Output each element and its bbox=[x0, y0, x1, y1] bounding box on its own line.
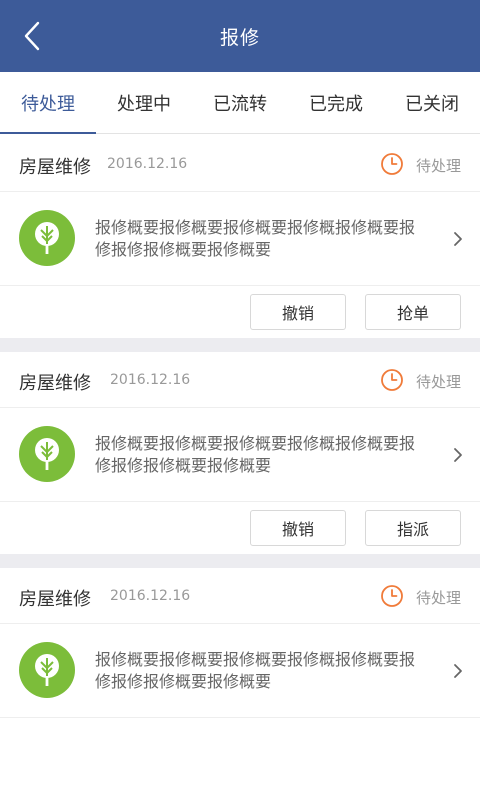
tab-processing[interactable]: 处理中 bbox=[96, 72, 192, 134]
repair-card: 房屋维修 2016.12.16 待处理 报修概要报修概要报修概要报修概报修概要报… bbox=[0, 352, 480, 554]
card-title: 房屋维修 bbox=[19, 157, 91, 178]
tree-icon bbox=[19, 210, 75, 266]
clock-icon bbox=[381, 153, 403, 175]
clock-icon bbox=[381, 585, 403, 607]
tab-transferred[interactable]: 已流转 bbox=[192, 72, 288, 134]
card-date: 2016.12.16 bbox=[110, 372, 191, 388]
repair-card: 房屋维修 2016.12.16 待处理 报修概要报修概要报修概要报修概报修概要报… bbox=[0, 136, 480, 338]
status-badge: 待处理 bbox=[416, 373, 462, 391]
cancel-button[interactable]: 撤销 bbox=[250, 510, 346, 546]
app-header: 报修 bbox=[0, 0, 480, 72]
page-title: 报修 bbox=[219, 26, 260, 49]
grab-order-button[interactable]: 抢单 bbox=[365, 294, 461, 330]
assign-button[interactable]: 指派 bbox=[365, 510, 461, 546]
tab-closed[interactable]: 已关闭 bbox=[384, 72, 480, 134]
card-actions: 撤销 指派 bbox=[0, 502, 480, 554]
card-divider bbox=[0, 338, 480, 352]
repair-card: 房屋维修 2016.12.16 待处理 报修概要报修概要报修概要报修概报修概要报… bbox=[0, 568, 480, 718]
status-badge: 待处理 bbox=[416, 157, 462, 175]
tab-indicator bbox=[0, 132, 96, 134]
clock-icon bbox=[381, 369, 403, 391]
card-detail-row[interactable]: 报修概要报修概要报修概要报修概报修概要报修报修报修概要报修概要 bbox=[0, 624, 480, 718]
card-summary: 报修概要报修概要报修概要报修概报修概要报修报修报修概要报修概要 bbox=[95, 650, 416, 691]
chevron-left-icon bbox=[24, 21, 40, 51]
card-title: 房屋维修 bbox=[19, 589, 91, 610]
card-date: 2016.12.16 bbox=[107, 156, 188, 172]
card-summary: 报修概要报修概要报修概要报修概报修概要报修报修报修概要报修概要 bbox=[95, 434, 416, 475]
card-header: 房屋维修 2016.12.16 待处理 bbox=[0, 136, 480, 192]
chevron-right-icon bbox=[454, 664, 462, 678]
tree-icon bbox=[19, 426, 75, 482]
tree-icon bbox=[19, 642, 75, 698]
card-title: 房屋维修 bbox=[19, 373, 91, 394]
chevron-right-icon bbox=[454, 448, 462, 462]
card-header: 房屋维修 2016.12.16 待处理 bbox=[0, 568, 480, 624]
tab-completed[interactable]: 已完成 bbox=[288, 72, 384, 134]
card-actions: 撤销 抢单 bbox=[0, 286, 480, 338]
status-badge: 待处理 bbox=[416, 589, 462, 607]
card-divider bbox=[0, 554, 480, 568]
status-tabs: 待处理 处理中 已流转 已完成 已关闭 bbox=[0, 72, 480, 134]
card-header: 房屋维修 2016.12.16 待处理 bbox=[0, 352, 480, 408]
card-summary: 报修概要报修概要报修概要报修概报修概要报修报修报修概要报修概要 bbox=[95, 218, 416, 259]
chevron-right-icon bbox=[454, 232, 462, 246]
tab-pending[interactable]: 待处理 bbox=[0, 72, 96, 134]
card-detail-row[interactable]: 报修概要报修概要报修概要报修概报修概要报修报修报修概要报修概要 bbox=[0, 192, 480, 286]
card-date: 2016.12.16 bbox=[110, 588, 191, 604]
cancel-button[interactable]: 撤销 bbox=[250, 294, 346, 330]
card-detail-row[interactable]: 报修概要报修概要报修概要报修概报修概要报修报修报修概要报修概要 bbox=[0, 408, 480, 502]
back-button[interactable] bbox=[14, 18, 50, 54]
